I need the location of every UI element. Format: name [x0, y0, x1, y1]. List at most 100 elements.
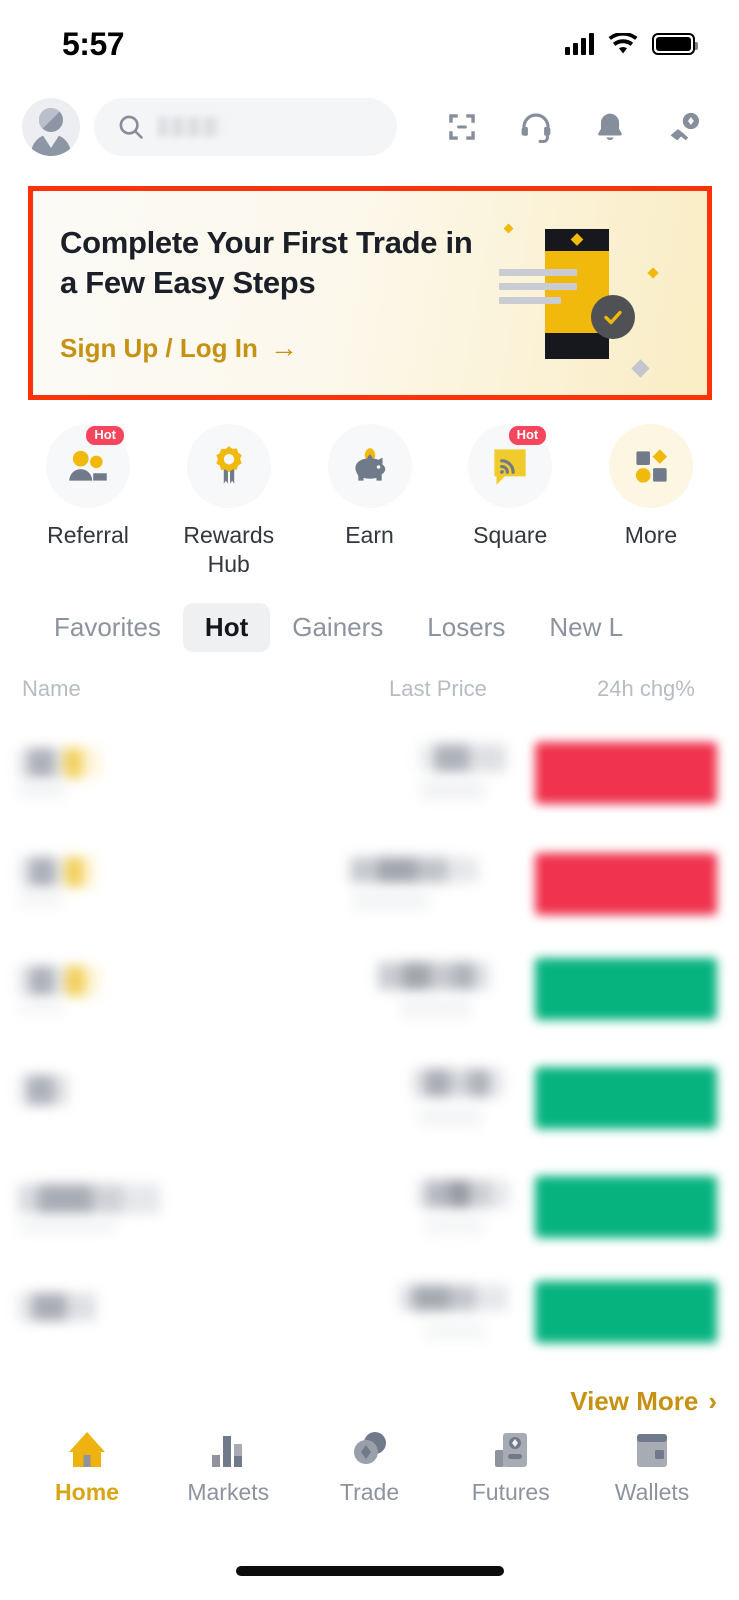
row-price-sub-redacted: [424, 1321, 486, 1341]
market-tabs: Favorites Hot Gainers Losers New L: [0, 598, 739, 656]
quick-action-label: Referral: [47, 522, 129, 548]
battery-icon: [652, 33, 698, 55]
row-name-redacted: [18, 748, 100, 778]
row-name-redacted: [18, 857, 96, 887]
table-row[interactable]: [0, 833, 739, 942]
deposit-icon[interactable]: [647, 97, 721, 157]
market-table-rows: [0, 724, 739, 1378]
row-price-sub-redacted: [418, 1107, 482, 1127]
row-price-sub-redacted: [424, 1216, 484, 1236]
quick-actions: Hot Referral Rewards Hub Earn Hot Square…: [0, 424, 739, 580]
row-name-redacted: [18, 966, 100, 996]
status-bar: 5:57: [0, 0, 739, 88]
banner-title-line1: Complete Your First Trade in: [60, 225, 473, 260]
nav-label: Markets: [187, 1479, 270, 1505]
nav-label: Trade: [339, 1479, 400, 1505]
nav-item-trade[interactable]: Trade: [305, 1424, 435, 1506]
quick-action-label: More: [624, 522, 678, 548]
row-price-redacted: [412, 1069, 504, 1097]
hot-badge: Hot: [86, 426, 124, 445]
tab-hot[interactable]: Hot: [182, 602, 271, 652]
wifi-icon: [608, 32, 638, 53]
home-icon: [65, 1424, 109, 1470]
row-change-chip: [535, 1067, 717, 1129]
column-24h-change: 24h chg%: [597, 676, 695, 701]
row-price-sub-redacted: [420, 780, 486, 800]
nav-item-markets[interactable]: Markets: [163, 1424, 293, 1506]
bell-icon[interactable]: [573, 97, 647, 157]
row-price-redacted: [418, 1180, 510, 1208]
earn-piggybank-icon: [327, 424, 412, 508]
first-trade-banner[interactable]: Complete Your First Trade in a Few Easy …: [28, 186, 712, 400]
trade-coins-icon: [348, 1424, 392, 1470]
table-row[interactable]: [0, 1269, 739, 1378]
quick-action-more[interactable]: More: [589, 424, 713, 580]
row-change-chip: [535, 1281, 717, 1343]
quick-action-label: Square: [473, 522, 548, 548]
quick-action-square[interactable]: Hot Square: [448, 424, 572, 580]
nav-item-futures[interactable]: Futures: [446, 1424, 576, 1506]
phone-checkmark-illustration: [479, 207, 669, 393]
arrow-right-icon: →: [269, 332, 298, 363]
tab-gainers[interactable]: Gainers: [270, 603, 405, 652]
row-subtext-redacted: [18, 782, 66, 798]
row-price-redacted: [418, 744, 506, 772]
column-name: Name: [22, 676, 81, 701]
square-speech-icon: Hot: [468, 424, 553, 508]
row-price-redacted: [400, 1285, 508, 1311]
tab-new-listings[interactable]: New L: [527, 603, 645, 652]
table-row[interactable]: [0, 942, 739, 1051]
scan-icon[interactable]: [425, 97, 499, 157]
signup-login-link[interactable]: Sign Up / Log In →: [60, 332, 298, 364]
signup-login-label: Sign Up / Log In: [60, 332, 258, 363]
row-name-redacted: [18, 1075, 68, 1105]
quick-action-label: Earn: [345, 522, 394, 548]
row-price-sub-redacted: [352, 891, 430, 911]
referral-people-icon: Hot: [46, 424, 130, 508]
table-row[interactable]: [0, 1051, 739, 1160]
row-subtext-redacted: [18, 1218, 116, 1234]
rewards-medal-icon: [186, 424, 271, 508]
view-more-link[interactable]: View More ›: [570, 1386, 717, 1417]
row-name-redacted: [18, 1184, 160, 1214]
tab-losers[interactable]: Losers: [405, 603, 527, 652]
view-more-label: View More: [570, 1386, 699, 1416]
row-subtext-redacted: [18, 891, 62, 907]
avatar[interactable]: [22, 98, 80, 156]
search-input[interactable]: [94, 98, 397, 156]
status-indicators: [565, 32, 698, 56]
quick-action-label: Rewards Hub: [183, 522, 275, 578]
column-last-price: Last Price: [389, 676, 487, 701]
top-bar-actions: [425, 97, 721, 157]
table-row[interactable]: [0, 724, 739, 833]
quick-action-earn[interactable]: Earn: [308, 424, 432, 580]
home-indicator: [235, 1566, 504, 1576]
row-change-chip: [535, 742, 717, 804]
row-change-chip: [535, 1176, 717, 1238]
search-placeholder-redacted: [158, 117, 220, 137]
hot-badge: Hot: [508, 426, 547, 445]
row-price-redacted: [378, 962, 490, 990]
table-row[interactable]: [0, 1160, 739, 1269]
document-lines-icon: [499, 269, 577, 311]
nav-label: Home: [55, 1479, 119, 1505]
headset-icon[interactable]: [499, 97, 573, 157]
market-table-header: Name Last Price 24h chg%: [0, 676, 739, 718]
nav-label: Wallets: [614, 1479, 690, 1505]
row-change-chip: [535, 853, 717, 915]
top-bar: [0, 88, 739, 166]
wallet-icon: [630, 1424, 674, 1470]
markets-bars-icon: [206, 1424, 250, 1470]
chevron-right-icon: ›: [708, 1386, 717, 1416]
row-price-sub-redacted: [400, 998, 472, 1018]
nav-item-wallets[interactable]: Wallets: [587, 1424, 717, 1506]
row-change-chip: [535, 958, 717, 1020]
nav-item-home[interactable]: Home: [22, 1424, 152, 1506]
status-time: 5:57: [62, 25, 125, 62]
quick-action-referral[interactable]: Hot Referral: [26, 424, 150, 580]
quick-action-rewards-hub[interactable]: Rewards Hub: [167, 424, 291, 580]
row-subtext-redacted: [18, 1000, 64, 1016]
tab-favorites[interactable]: Favorites: [32, 603, 183, 652]
futures-contract-icon: [489, 1424, 533, 1470]
search-icon: [119, 115, 143, 139]
